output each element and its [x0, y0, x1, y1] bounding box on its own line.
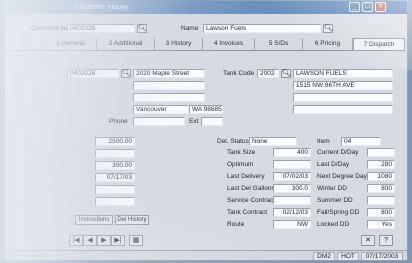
winter-dd-field[interactable]: 800 — [367, 184, 395, 193]
search-icon: 🔍︎ — [282, 70, 291, 77]
last-delivery-label: Last Delivery — [227, 173, 265, 180]
current-dday-label: Current D/Day — [317, 149, 359, 156]
account-label: Customer No. — [31, 25, 72, 32]
item-field[interactable]: 04 — [341, 137, 381, 146]
left-value-4[interactable]: 07/17/03 — [95, 173, 135, 182]
tab-bar: 1 General 2 Additional 3 History 4 Invoi… — [5, 38, 407, 50]
route-field[interactable]: NW — [273, 220, 311, 229]
left-value-5[interactable] — [95, 185, 135, 194]
fall-spring-dd-label: Fall/Spring DD — [317, 209, 360, 216]
last-dday-field[interactable]: 280 — [367, 160, 395, 169]
status-mode: DM2 — [313, 252, 335, 260]
title-bar: Customer Inquiry _ □ ✕ — [5, 1, 407, 14]
tank-contract-label: Tank Contract — [227, 209, 268, 216]
left-value-2[interactable] — [95, 149, 135, 158]
del-status-field[interactable]: None — [249, 137, 297, 146]
next-degree-day-label: Next Degree Day — [317, 173, 367, 180]
phone-label: Phone — [109, 118, 128, 125]
locked-dd-field[interactable]: Yes — [367, 220, 395, 229]
close-form-button[interactable]: ✕ — [361, 235, 375, 246]
account-field[interactable]: 0402026 — [67, 24, 135, 33]
left-value-1[interactable]: 2500.00 — [95, 137, 135, 146]
current-dday-field[interactable] — [367, 148, 395, 157]
left-value-6[interactable] — [95, 197, 135, 206]
tank-line4-field[interactable] — [293, 105, 393, 114]
last-record-button[interactable]: ▶| — [111, 235, 125, 246]
service-contract-label: Service Contract — [227, 197, 276, 204]
tank-company-field[interactable]: LAWSON FUELS — [293, 69, 393, 78]
tab-sds[interactable]: 5 S/Ds — [255, 38, 303, 50]
first-record-button[interactable]: |◀ — [69, 235, 83, 246]
state-zip-field[interactable]: WA 98685 — [189, 105, 223, 114]
search-icon: 🔍︎ — [138, 25, 147, 32]
tab-general[interactable]: 1 General — [45, 38, 97, 50]
summer-dd-label: Summer DD — [317, 197, 353, 204]
name-field[interactable]: Lawson Fuels — [203, 24, 321, 33]
next-record-button[interactable]: ▶ — [97, 235, 111, 246]
maximize-button[interactable]: □ — [362, 2, 373, 12]
tab-history[interactable]: 3 History — [155, 38, 203, 50]
tab-additional[interactable]: 2 Additional — [97, 38, 155, 50]
last-del-gallons-field[interactable]: 300.0 — [273, 184, 311, 193]
service-contract-field[interactable] — [273, 196, 311, 205]
tank-address-field[interactable]: 1515 NW 86TH AVE — [293, 81, 393, 90]
tank-size-label: Tank Size — [227, 149, 256, 156]
ext-label: Ext — [189, 118, 199, 125]
tank-size-field[interactable]: 400 — [273, 148, 311, 157]
next-degree-day-field[interactable]: 1080 — [367, 172, 395, 181]
delivery-lookup-button[interactable]: 🔍︎ — [121, 69, 131, 78]
last-del-gallons-label: Last Del Gallons — [227, 185, 275, 192]
window-title: Customer Inquiry — [75, 4, 129, 11]
city-field[interactable]: Vancouver — [133, 105, 189, 114]
del-history-button[interactable]: Del History — [115, 215, 149, 225]
last-dday-label: Last D/Day — [317, 161, 350, 168]
status-key: HOT — [337, 252, 359, 260]
tank-line3-field[interactable] — [293, 93, 393, 102]
tab-invoices[interactable]: 4 Invoices — [203, 38, 255, 50]
search-icon: 🔍︎ — [122, 70, 131, 77]
locked-dd-label: Locked DD — [317, 221, 350, 228]
address-line2-field[interactable] — [133, 81, 205, 90]
grid-icon[interactable]: ▦ — [129, 235, 143, 246]
help-button[interactable]: ? — [379, 235, 393, 246]
winter-dd-label: Winter DD — [317, 185, 347, 192]
search-icon: 🔍︎ — [324, 25, 333, 32]
status-bar: DM2 HOT 07/17/2003 — [5, 250, 407, 260]
route-label: Route — [227, 221, 245, 228]
last-delivery-field[interactable]: 07/02/03 — [273, 172, 311, 181]
name-lookup-button[interactable]: 🔍︎ — [323, 24, 333, 33]
customer-window: Customer Inquiry _ □ ✕ Customer No. 0402… — [4, 0, 408, 261]
tank-contract-field[interactable]: 02/12/03 — [273, 208, 311, 217]
name-label: Name — [181, 25, 199, 32]
del-status-label: Del. Status — [217, 138, 249, 145]
fall-spring-dd-field[interactable]: 800 — [367, 208, 395, 217]
instructions-button[interactable]: Instructions — [75, 215, 113, 225]
status-date: 07/17/2003 — [361, 252, 403, 260]
summer-dd-field[interactable] — [367, 196, 395, 205]
tank-lookup-button[interactable]: 🔍︎ — [281, 69, 291, 78]
address-line3-field[interactable] — [133, 93, 205, 102]
phone-field[interactable] — [133, 117, 185, 126]
close-button[interactable]: ✕ — [375, 2, 386, 12]
left-value-3[interactable]: 300.00 — [95, 161, 135, 170]
optimum-label: Optimum — [227, 161, 254, 168]
item-label: Item — [317, 138, 330, 145]
tank-code-label: Tank Code — [223, 70, 255, 77]
minimize-button[interactable]: _ — [349, 2, 360, 12]
delivery-code-field[interactable]: 0402026 — [67, 69, 119, 78]
tab-dispatch[interactable]: 7 Dispatch — [353, 38, 405, 50]
optimum-field[interactable] — [273, 160, 311, 169]
street-field[interactable]: 2020 Maple Street — [133, 69, 205, 78]
tab-pricing[interactable]: 6 Pricing — [303, 38, 353, 50]
tank-code-field[interactable]: 2002 — [257, 69, 279, 78]
prev-record-button[interactable]: ◀ — [83, 235, 97, 246]
account-lookup-button[interactable]: 🔍︎ — [137, 24, 147, 33]
ext-field[interactable] — [201, 117, 223, 126]
